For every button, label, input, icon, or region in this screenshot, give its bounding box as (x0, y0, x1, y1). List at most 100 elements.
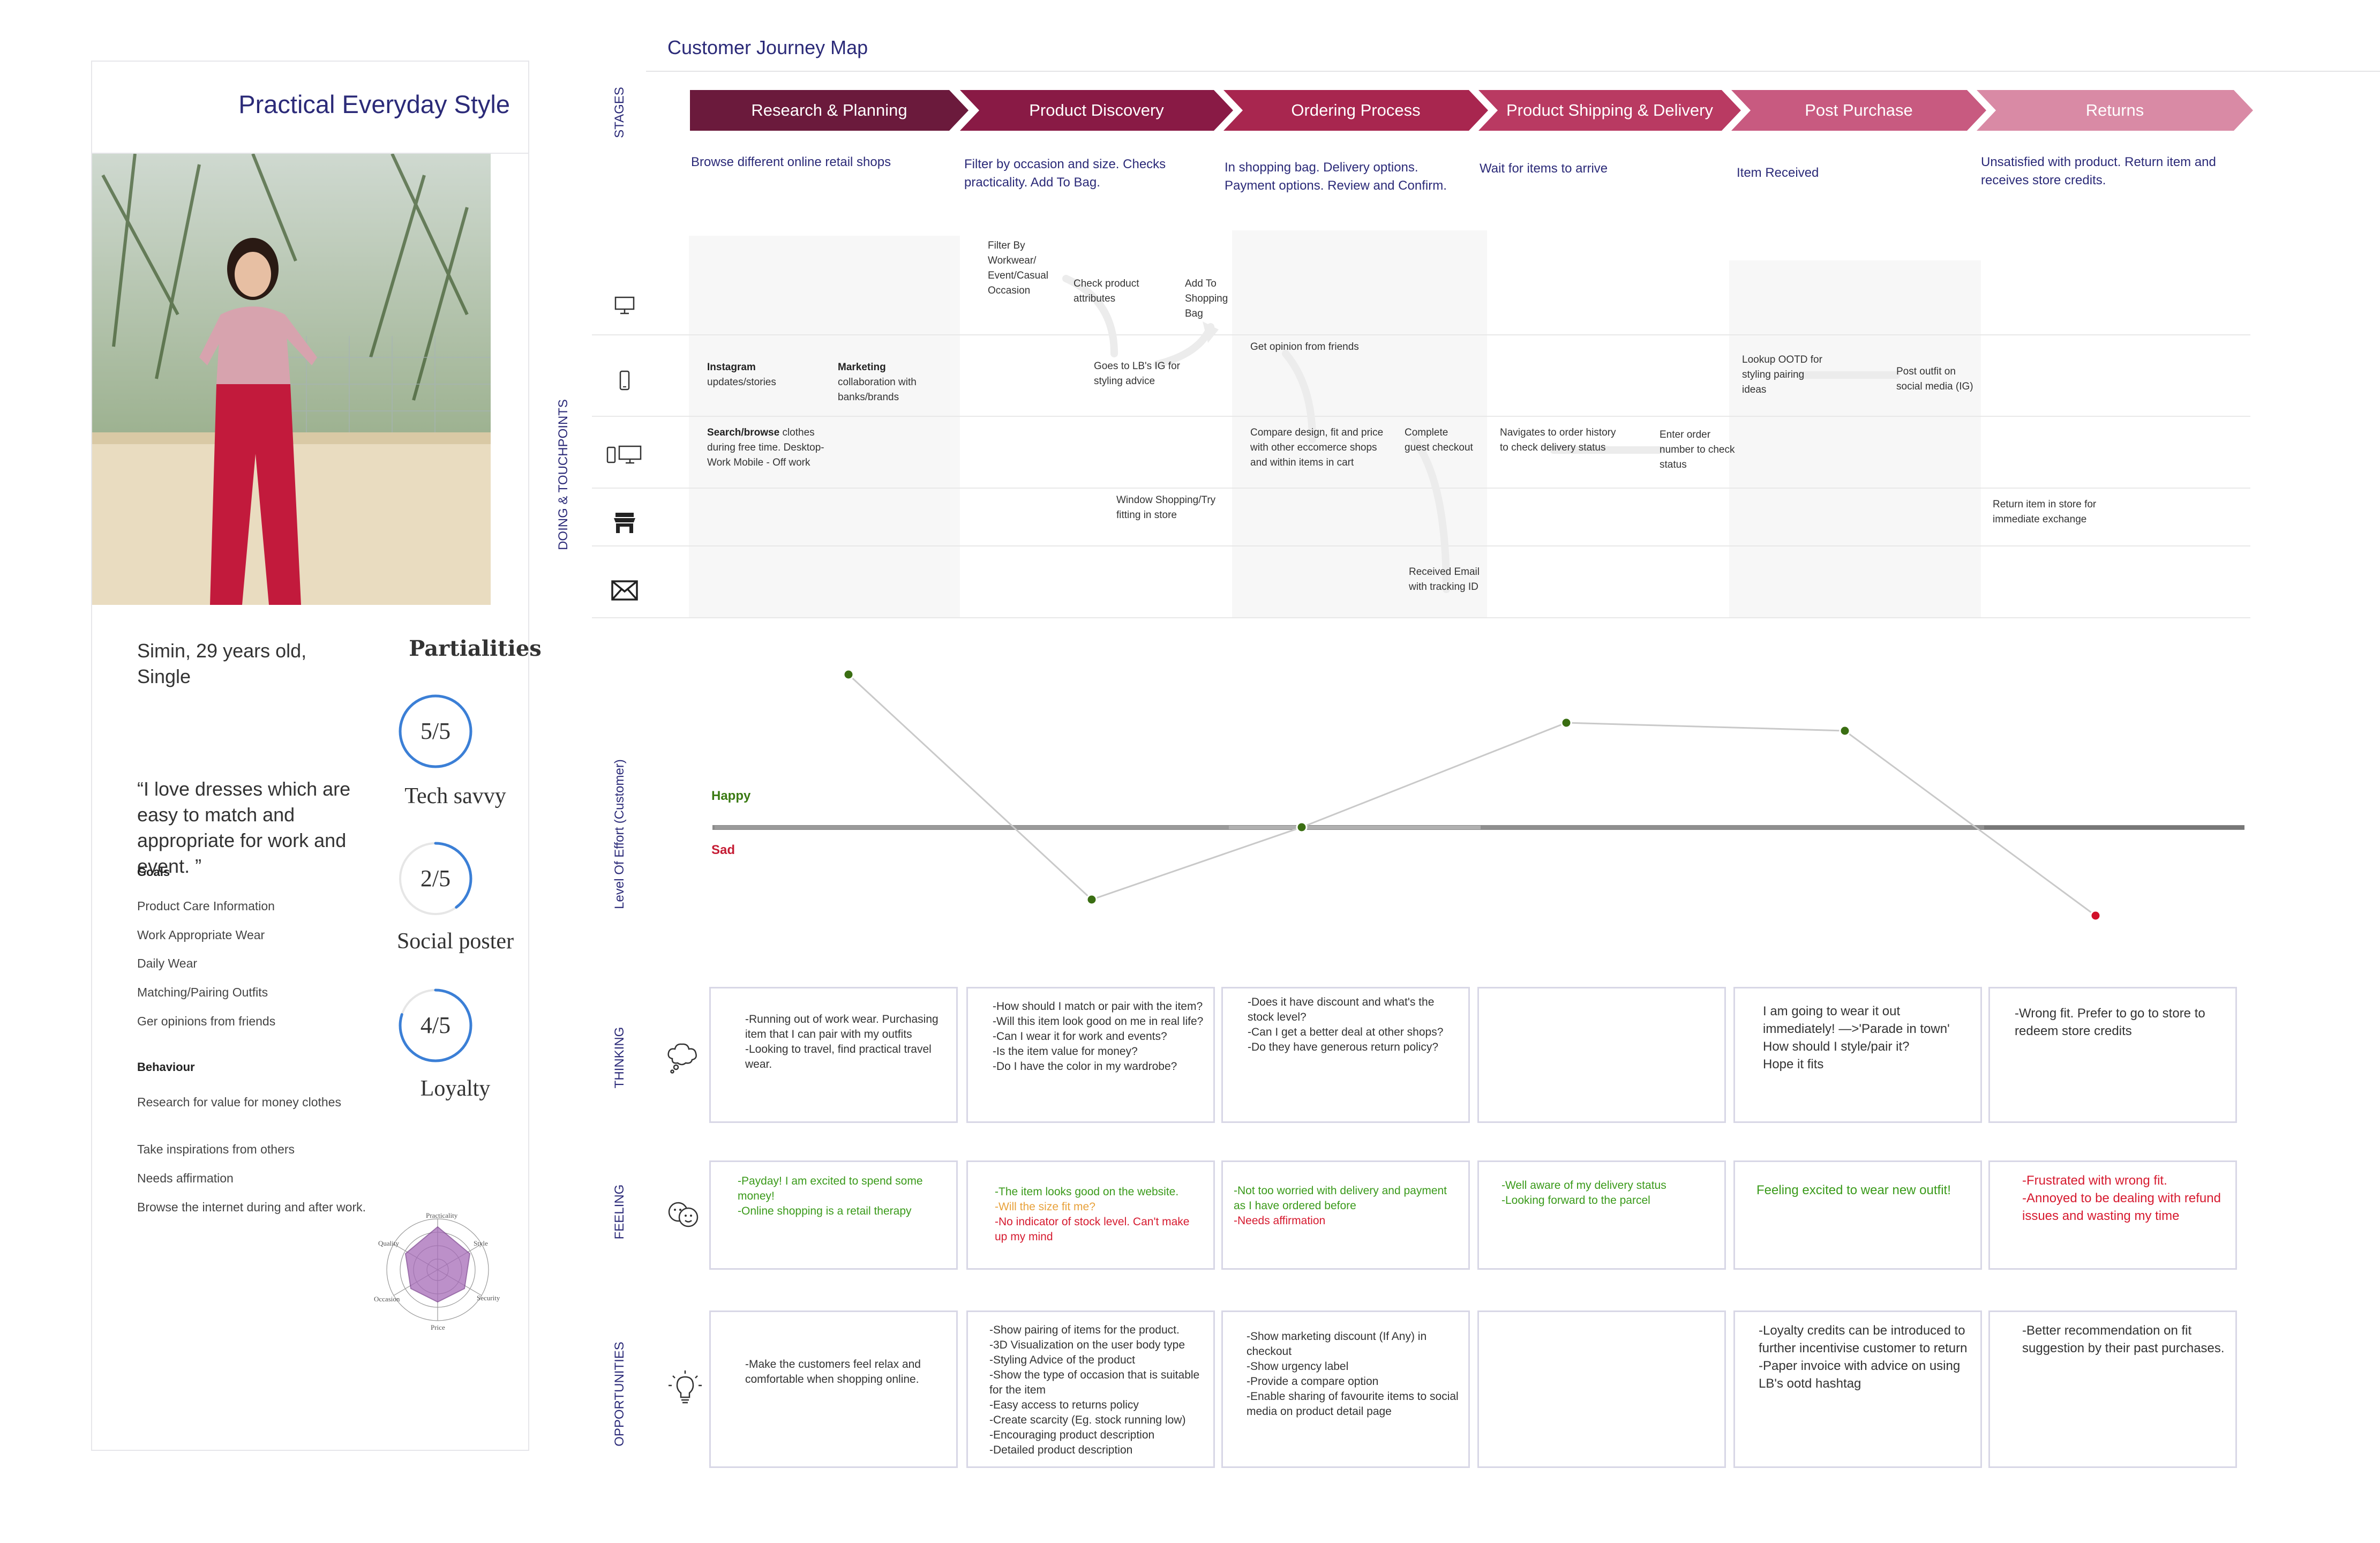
opportunity-text: -Better recommendation on fit suggestion… (2022, 1323, 2225, 1355)
stage-band (1232, 230, 1487, 617)
goal-item: Matching/Pairing Outfits (137, 985, 268, 999)
persona-title: Practical Everyday Style (238, 90, 510, 118)
partiality-ring: 4/5 (395, 985, 476, 1066)
partiality-score: 4/5 (420, 1012, 451, 1038)
neutral-axis-segment (715, 826, 1229, 829)
opportunity-box: -Show pairing of items for the product. … (966, 1310, 1215, 1468)
touchpoint-goes-ig: Goes to LB's IG for styling advice (1094, 361, 1180, 387)
stage-returns[interactable]: Returns (1977, 90, 2253, 131)
radar-label: Price (431, 1323, 445, 1331)
opportunity-box (1477, 1310, 1726, 1468)
touchpoint-post-outfit: Post outfit on social media (IG) (1896, 366, 1973, 392)
thought-cloud-icon (664, 1038, 702, 1076)
partiality-score: 2/5 (420, 865, 451, 892)
persona-quote: “I love dresses which are easy to match … (137, 778, 351, 877)
touchpoint-return-store: Return item in store for immediate excha… (1993, 499, 2097, 525)
thinking-text: I am going to wear it out immediately! —… (1763, 1004, 1950, 1072)
row-label-effort: Level Of Effort (Customer) (612, 759, 627, 909)
stage-shipping-delivery[interactable]: Product Shipping & Delivery (1478, 90, 1741, 131)
touchpoint-title: Search/browse (707, 427, 780, 438)
thinking-box: -How should I match or pair with the ite… (966, 987, 1215, 1123)
stage-post-purchase[interactable]: Post Purchase (1731, 90, 1986, 131)
mobile-icon (605, 364, 644, 396)
partiality-ring: 5/5 (395, 691, 476, 772)
emotion-point (1560, 717, 1572, 729)
feeling-box: -Not too worried with delivery and payme… (1221, 1160, 1470, 1270)
neutral-axis (712, 825, 2244, 830)
feeling-box: -Frustrated with wrong fit. -Annoyed to … (1988, 1160, 2237, 1270)
emotion-point (843, 669, 854, 680)
persona-header: Practical Everyday Style (92, 62, 528, 154)
mail-icon (605, 574, 644, 606)
touchpoint-guest-checkout: Complete guest checkout (1405, 427, 1473, 453)
feeling-text: -Well aware of my delivery status -Looki… (1501, 1178, 1721, 1208)
goal-item: Product Care Information (137, 899, 275, 913)
feeling-line: -Will the size fit me? (995, 1201, 1095, 1213)
feeling-box: Feeling excited to wear new outfit! (1733, 1160, 1982, 1270)
stage-label: Ordering Process (1291, 101, 1421, 119)
thinking-text: -Running out of work wear. Purchasing it… (745, 1013, 939, 1070)
feeling-line: -Frustrated with wrong fit. -Annoyed to … (2022, 1173, 2221, 1223)
stage-label: Research & Planning (751, 101, 907, 119)
touchpoint-email: Received Email with tracking ID (1409, 566, 1480, 593)
happy-label: Happy (711, 789, 751, 803)
feeling-line: -Payday! I am excited to spend some mone… (738, 1175, 923, 1217)
row-label-feeling: FEELING (612, 1184, 627, 1240)
behaviour-item: Research for value for money clothes (137, 1095, 341, 1109)
partiality-ring: 2/5 (395, 838, 476, 919)
thinking-box (1477, 987, 1726, 1123)
partiality-label: Social poster (396, 929, 514, 954)
opportunity-box: -Make the customers feel relax and comfo… (709, 1310, 958, 1468)
feeling-line: Feeling excited to wear new outfit! (1756, 1183, 1951, 1197)
persona-photo (92, 154, 491, 605)
feeling-line: -Not too worried with delivery and payme… (1234, 1185, 1447, 1212)
row-label-touchpoints: DOING & TOUCHPOINTS (556, 399, 570, 550)
radar-label: Quality (378, 1239, 399, 1247)
touchpoint-get-opinion: Get opinion from friends (1250, 341, 1359, 353)
feeling-text: Feeling excited to wear new outfit! (1756, 1181, 1971, 1199)
touchpoint-text: updates/stories (707, 377, 776, 388)
neutral-axis-segment (1984, 826, 2244, 829)
behaviour-item: Browse the internet during and after wor… (137, 1200, 366, 1214)
stage-research-planning[interactable]: Research & Planning (690, 90, 968, 131)
row-label-opportunities: OPPORTUNITIES (612, 1342, 627, 1447)
touchpoint-check-attributes: Check product attributes (1073, 278, 1139, 304)
touchpoint-marketing: Marketing collaboration with banks/brands (838, 360, 956, 405)
touchpoint-row-divider (592, 617, 2250, 618)
touchpoint-row-divider (592, 488, 2250, 489)
thinking-box: -Wrong fit. Prefer to go to store to red… (1988, 987, 2237, 1123)
touchpoint-title: Instagram (707, 362, 756, 373)
opportunity-text: -Show marketing discount (If Any) in che… (1247, 1330, 1459, 1418)
behaviour-item: Take inspirations from others (137, 1142, 295, 1156)
thinking-box: -Running out of work wear. Purchasing it… (709, 987, 958, 1123)
stage-product-discovery[interactable]: Product Discovery (960, 90, 1233, 131)
opportunity-text: -Show pairing of items for the product. … (989, 1324, 1200, 1456)
goals-heading: Goals (137, 865, 170, 879)
radar-chart: Practicality Style Security Price Occasi… (371, 1203, 505, 1337)
radar-label: Occasion (374, 1295, 400, 1303)
thinking-box: I am going to wear it out immediately! —… (1733, 987, 1982, 1123)
stage-label: Returns (2085, 101, 2144, 119)
stage-label: Product Discovery (1029, 101, 1164, 119)
row-label-stages: STAGES (612, 87, 627, 138)
mobile-desktop-icon (605, 438, 644, 470)
thinking-text: -How should I match or pair with the ite… (993, 1000, 1204, 1073)
neutral-axis-segment (1481, 826, 1984, 829)
touchpoint-filter: Filter By Workwear/ Event/Casual Occasio… (988, 240, 1049, 296)
persona-name: Simin, 29 years old, Single (137, 640, 307, 687)
stage-ordering-process[interactable]: Ordering Process (1223, 90, 1488, 131)
feeling-line: -Needs affirmation (1234, 1215, 1326, 1227)
touchpoint-row-divider (592, 545, 2250, 546)
touchpoint-ootd: Lookup OOTD for styling pairing ideas (1742, 354, 1822, 395)
sad-label: Sad (711, 843, 735, 857)
touchpoint-order-number: Enter order number to check status (1660, 429, 1735, 470)
emotion-point (1086, 894, 1098, 905)
feeling-box: -Payday! I am excited to spend some mone… (709, 1160, 958, 1270)
title-divider (646, 71, 2380, 72)
goal-item: Work Appropriate Wear (137, 928, 265, 942)
feeling-text: -Not too worried with delivery and payme… (1234, 1184, 1459, 1229)
radar-label: Practicality (426, 1211, 458, 1219)
feeling-line: -Well aware of my delivery status -Looki… (1501, 1179, 1666, 1207)
touchpoint-window-shopping: Window Shopping/Try fitting in store (1116, 495, 1216, 521)
opportunity-box: -Better recommendation on fit suggestion… (1988, 1310, 2237, 1468)
